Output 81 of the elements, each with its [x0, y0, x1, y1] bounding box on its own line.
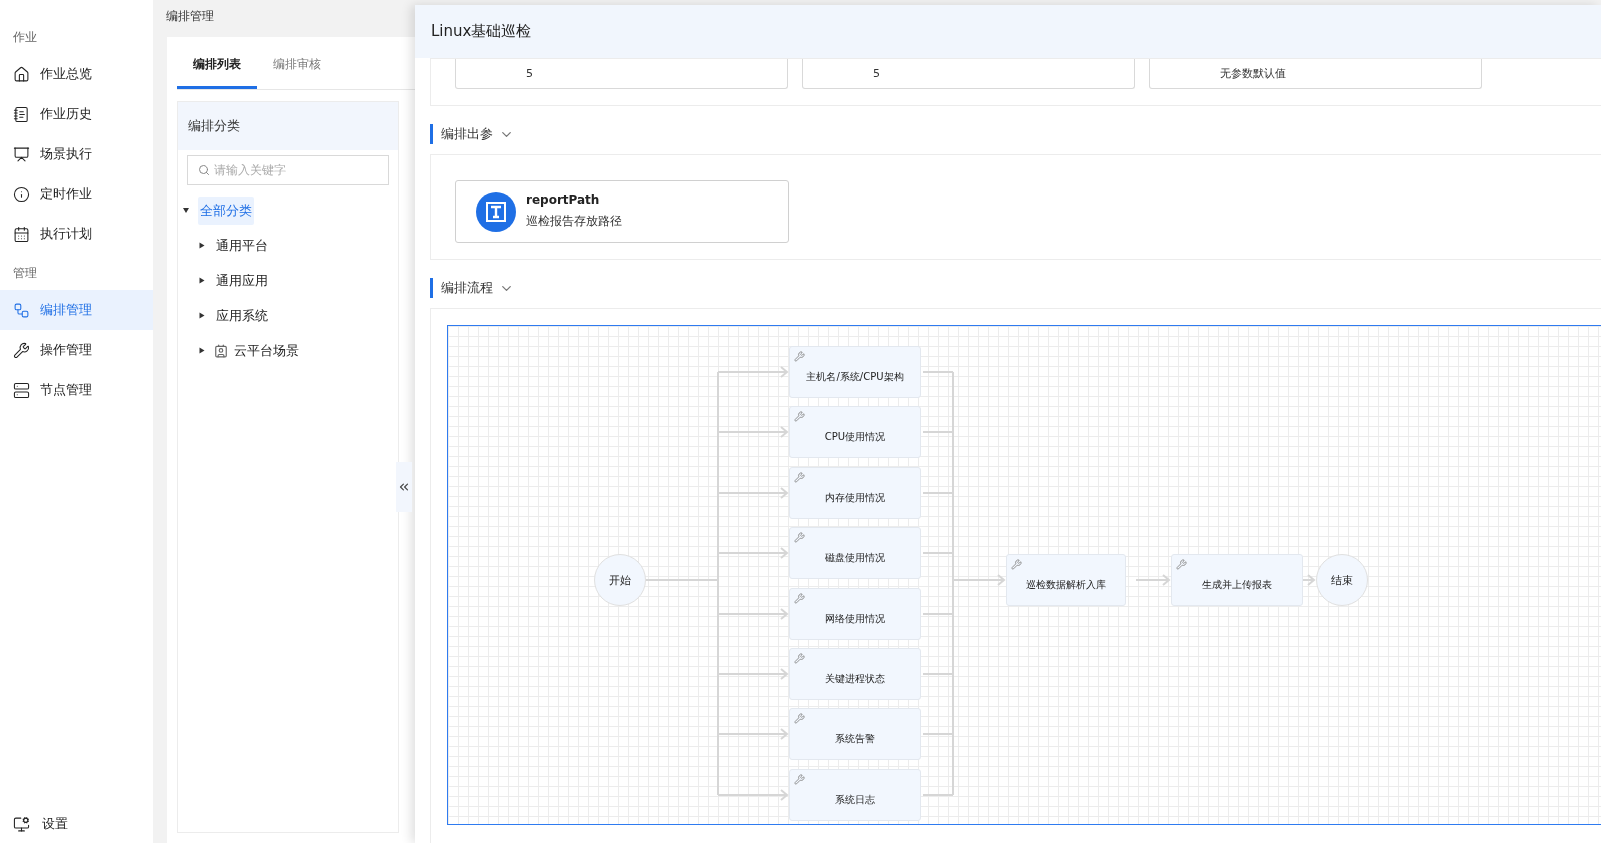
settings-icon — [13, 815, 30, 833]
task-node[interactable]: 系统告警 — [789, 708, 921, 760]
wrench-icon — [1011, 559, 1022, 570]
wrench-icon — [794, 472, 805, 483]
nav-item[interactable]: 执行计划 — [0, 214, 153, 254]
section-title: 编排出参 — [441, 125, 493, 143]
connector-arrow — [717, 608, 789, 620]
connector-arrow — [717, 789, 789, 801]
calendar-icon — [13, 225, 30, 243]
task-node[interactable]: 磁盘使用情况 — [789, 527, 921, 579]
connector-arrow — [717, 728, 789, 740]
task-node[interactable]: CPU使用情况 — [789, 406, 921, 458]
caret-icon[interactable] — [199, 312, 205, 319]
param-value: 5 — [526, 67, 533, 80]
tree-item[interactable]: 通用平台 — [214, 231, 270, 260]
connector-arrow — [1300, 574, 1316, 586]
connector-arrow — [717, 426, 789, 438]
chart-board-icon — [13, 145, 30, 163]
nav-item[interactable]: 编排管理 — [0, 290, 153, 330]
wrench-icon — [794, 774, 805, 785]
wrench-icon — [1176, 559, 1187, 570]
wrench-icon — [794, 593, 805, 604]
tree-item[interactable]: 全部分类 — [198, 196, 254, 225]
tab[interactable]: 编排列表 — [177, 56, 257, 89]
tab[interactable]: 编排审核 — [257, 56, 337, 89]
task-node[interactable]: 内存使用情况 — [789, 467, 921, 519]
start-node[interactable]: 开始 — [594, 554, 646, 606]
tree-item[interactable]: 应用系统 — [214, 301, 270, 330]
connector-arrow — [717, 487, 789, 499]
nav-item[interactable]: 定时作业 — [0, 174, 153, 214]
info-icon — [13, 185, 30, 203]
wrench-icon — [794, 713, 805, 724]
connector-arrow — [717, 366, 789, 378]
home-icon — [13, 65, 30, 83]
end-node[interactable]: 结束 — [1316, 554, 1368, 606]
task-node[interactable]: 系统日志 — [789, 769, 921, 821]
task-node[interactable]: 生成并上传报表 — [1171, 554, 1303, 606]
nav-section-title: 管理 — [12, 265, 38, 282]
connector-arrow — [717, 547, 789, 559]
task-node[interactable]: 巡检数据解析入库 — [1006, 554, 1126, 606]
connector-arrow — [717, 668, 789, 680]
search-icon — [198, 164, 210, 176]
caret-icon[interactable] — [199, 242, 205, 249]
scene-icon — [214, 343, 228, 358]
caret-icon[interactable] — [199, 347, 205, 354]
wrench-icon — [794, 653, 805, 664]
server-icon — [13, 381, 30, 399]
drawer-title: Linux基础巡检 — [415, 5, 1601, 58]
panel-title: 编排分类 — [178, 102, 398, 150]
nav-section-title: 作业 — [12, 29, 38, 46]
caret-icon[interactable] — [183, 208, 189, 213]
connector-arrow — [1135, 574, 1171, 586]
param-name: reportPath — [526, 193, 601, 207]
section-title: 编排流程 — [441, 279, 493, 297]
wrench-icon — [13, 341, 30, 359]
caret-icon[interactable] — [199, 277, 205, 284]
nav-item[interactable]: 操作管理 — [0, 330, 153, 370]
task-node[interactable]: 关键进程状态 — [789, 648, 921, 700]
nav-item[interactable]: 场景执行 — [0, 134, 153, 174]
nav-item[interactable]: 作业历史 — [0, 94, 153, 134]
nav-item[interactable]: 节点管理 — [0, 370, 153, 410]
wrench-icon — [794, 351, 805, 362]
breadcrumb: 编排管理 — [166, 8, 215, 25]
task-node[interactable]: 网络使用情况 — [789, 588, 921, 640]
workflow-icon — [13, 301, 30, 319]
double-chevron-icon — [397, 480, 411, 494]
tree-item[interactable]: 通用应用 — [214, 266, 270, 295]
connector-arrow — [952, 574, 1006, 586]
task-node[interactable]: 主机名/系统/CPU架构 — [789, 346, 921, 398]
text-type-icon — [476, 191, 516, 232]
nav-item[interactable]: 作业总览 — [0, 54, 153, 94]
param-description: 巡检报告存放路径 — [526, 213, 622, 230]
param-value: 5 — [873, 67, 880, 80]
collapse-button[interactable] — [396, 462, 412, 512]
param-value: 无参数默认值 — [1220, 66, 1286, 81]
search-field[interactable]: 请输入关键字 — [187, 155, 389, 185]
tree-item[interactable]: 云平台场景 — [232, 336, 301, 365]
wrench-icon — [794, 532, 805, 543]
settings-link[interactable]: 设置 — [42, 815, 68, 833]
notebook-icon — [13, 105, 30, 123]
wrench-icon — [794, 411, 805, 422]
